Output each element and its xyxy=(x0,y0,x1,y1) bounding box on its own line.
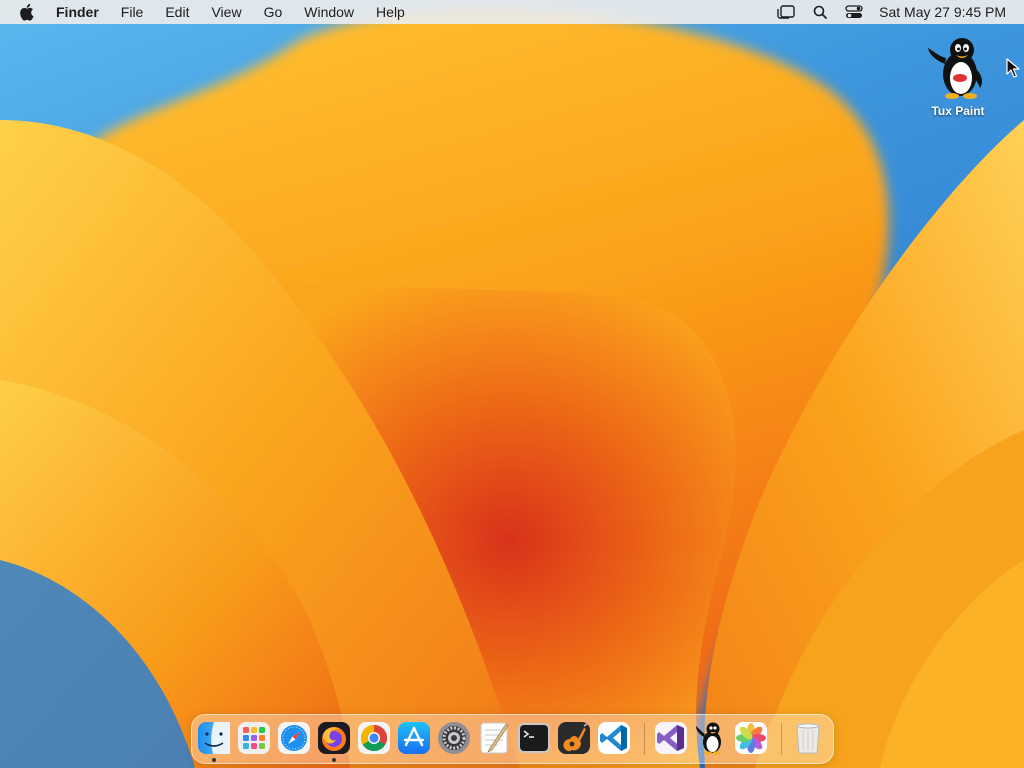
dock-running-indicator xyxy=(212,758,216,762)
visual-studio-icon xyxy=(655,722,687,754)
photos-icon xyxy=(735,722,767,754)
desktop-icon-tux-paint[interactable]: Tux Paint xyxy=(920,34,996,118)
dock-launchpad[interactable] xyxy=(236,720,272,756)
app-store-icon xyxy=(398,722,430,754)
apple-logo-icon[interactable] xyxy=(16,2,36,22)
desktop-icon-label: Tux Paint xyxy=(931,104,985,118)
desktop-wallpaper xyxy=(0,0,1024,768)
stage-manager-icon[interactable] xyxy=(769,0,803,24)
dock-system-settings[interactable] xyxy=(436,720,472,756)
terminal-icon xyxy=(518,723,550,753)
menu-edit[interactable]: Edit xyxy=(154,0,200,24)
menu-go[interactable]: Go xyxy=(253,0,294,24)
finder-icon xyxy=(198,722,230,754)
menu-bar-clock[interactable]: Sat May 27 9:45 PM xyxy=(871,0,1024,24)
dock-firefox[interactable] xyxy=(316,720,352,756)
textedit-icon xyxy=(480,722,509,754)
dock-photos[interactable] xyxy=(733,720,769,756)
firefox-icon xyxy=(318,722,350,754)
menu-window[interactable]: Window xyxy=(293,0,365,24)
menu-help[interactable]: Help xyxy=(365,0,416,24)
dock-separator xyxy=(781,723,782,755)
dock-tux-paint[interactable] xyxy=(693,720,729,756)
menu-file[interactable]: File xyxy=(110,0,155,24)
menu-view[interactable]: View xyxy=(200,0,252,24)
dock-app-store[interactable] xyxy=(396,720,432,756)
dock-textedit[interactable] xyxy=(476,720,512,756)
control-center-icon[interactable] xyxy=(837,0,871,24)
vscode-icon xyxy=(598,722,630,754)
spotlight-search-icon[interactable] xyxy=(803,0,837,24)
chrome-icon xyxy=(358,722,390,754)
menu-bar-status-area: Sat May 27 9:45 PM xyxy=(769,0,1024,24)
dock-safari[interactable] xyxy=(276,720,312,756)
safari-icon xyxy=(278,722,310,754)
dock-vscode[interactable] xyxy=(596,720,632,756)
dock-terminal[interactable] xyxy=(516,720,552,756)
dock-chrome[interactable] xyxy=(356,720,392,756)
dock xyxy=(191,714,834,764)
launchpad-icon xyxy=(238,722,270,754)
mouse-cursor-icon xyxy=(1006,58,1020,78)
menu-bar: Finder File Edit View Go Window Help Sat… xyxy=(0,0,1024,24)
dock-finder[interactable] xyxy=(196,720,232,756)
tux-penguin-icon xyxy=(928,38,983,99)
tux-paint-icon xyxy=(696,722,721,755)
dock-running-indicator xyxy=(332,758,336,762)
trash-icon xyxy=(796,723,820,754)
menu-app-name[interactable]: Finder xyxy=(50,0,110,24)
dock-garageband[interactable] xyxy=(556,720,592,756)
dock-separator xyxy=(644,723,645,755)
system-settings-icon xyxy=(438,722,470,754)
garageband-icon xyxy=(558,722,590,754)
dock-visual-studio[interactable] xyxy=(653,720,689,756)
dock-trash[interactable] xyxy=(790,720,826,756)
